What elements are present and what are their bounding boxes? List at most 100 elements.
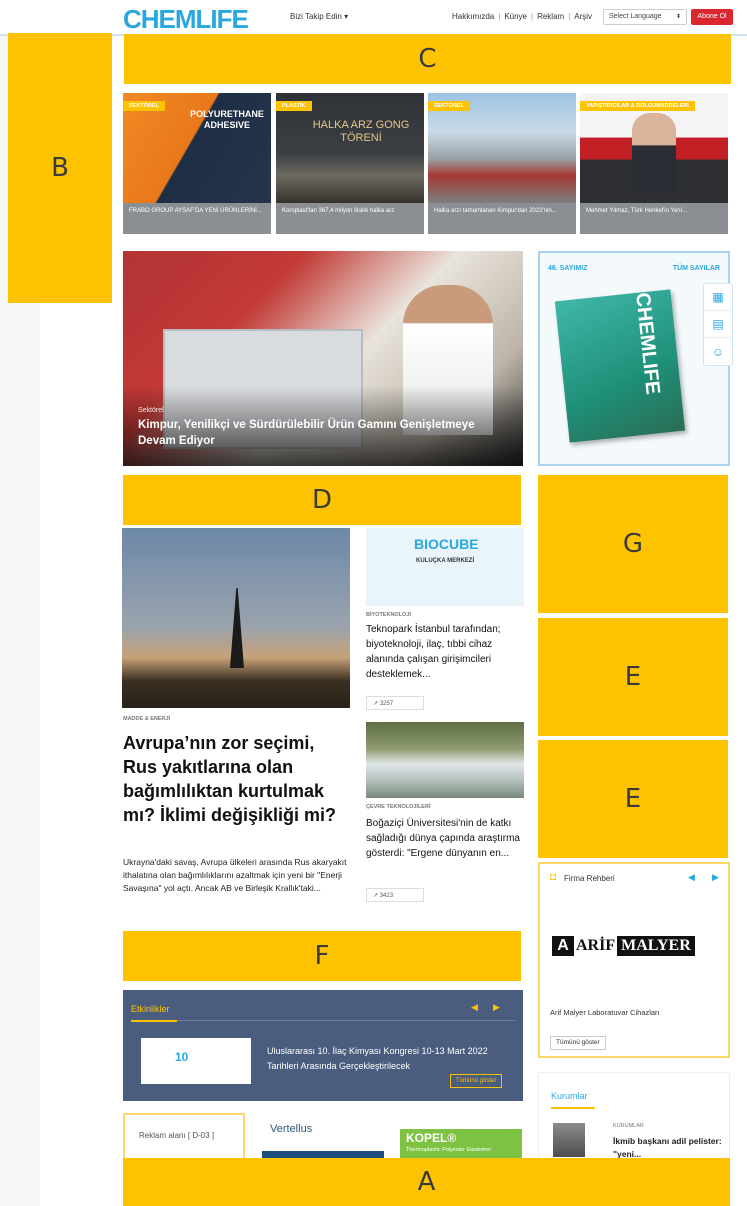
arif-malyer-logo[interactable]: A ARİF MALYER (552, 936, 702, 956)
nav-archive[interactable]: Arşiv (574, 12, 592, 21)
environment-category: ÇEVRE TEKNOLOJİLERİ (366, 804, 431, 810)
main-article-category: MADDE & ENERJİ (123, 716, 171, 722)
firm-guide-title: Firma Rehberi (564, 874, 615, 883)
biocube-article-image[interactable]: BIOCUBE KULUÇKA MERKEZİ (366, 528, 524, 606)
overlay-block-g: G (538, 475, 728, 613)
biotech-article-title[interactable]: Teknopark İstanbul tarafından; biyotekno… (366, 622, 526, 682)
card-banner-text: POLYURETHANE ADHESIVE (190, 109, 264, 130)
logo-letter: A (552, 936, 574, 956)
nav-advertising[interactable]: Reklam (537, 12, 564, 21)
share-icon: ↗ (373, 701, 379, 707)
top-card[interactable]: POLYURETHANE ADHESIVE SEKTÖREL FRABO GRO… (123, 93, 271, 234)
overlay-block-a: A (123, 1158, 730, 1206)
user-icon[interactable]: ☺ (704, 338, 732, 365)
language-select[interactable]: Select Language ⬍ (603, 9, 687, 25)
nav-separator: | (568, 12, 571, 21)
events-underline (131, 1020, 177, 1022)
firm-guide: ◘ Firma Rehberi ◀ ▶ A ARİF MALYER Arif M… (538, 862, 730, 1058)
biotech-category: BİYOTEKNOLOJİ (366, 612, 411, 618)
top-card[interactable]: SEKTÖREL Halka arzı tamamlanan Kimpur'da… (428, 93, 576, 234)
institutions-title: Kurumlar (551, 1091, 588, 1101)
show-all-button[interactable]: Tümünü göster (550, 1036, 606, 1050)
cover-title: CHEMLIFE (631, 291, 664, 396)
magazine-box: 46. SAYIMIZ TÜM SAYILAR CHEMLIFE ▦ ▤ ☺ (538, 251, 733, 466)
next-arrow-icon[interactable]: ▶ (493, 1002, 500, 1013)
pdf-icon[interactable]: ▤ (704, 311, 732, 338)
top-nav: Hakkımızda | Künye | Reklam | Arşiv (452, 12, 592, 21)
top-card[interactable]: YAPIŞTIRICILAR & DOLGUMADDELERİ Mehmet Y… (580, 93, 728, 234)
firm-name[interactable]: Arif Malyer Laboratuvar Cihazları (550, 1008, 660, 1017)
nav-separator: | (498, 12, 501, 21)
logo-word-malyer: MALYER (617, 936, 695, 956)
nav-separator: | (531, 12, 534, 21)
biocube-logo-text: BIOCUBE (414, 536, 479, 552)
events-divider (177, 1020, 515, 1021)
next-arrow-icon[interactable]: ▶ (712, 872, 719, 883)
kopel-subtitle: Thermoplastic Polyester Elastomer (406, 1147, 492, 1153)
site-logo[interactable]: CHEMLIFE (123, 4, 249, 35)
event-title[interactable]: Uluslararası 10. İlaç Kimyası Kongresi 1… (267, 1044, 507, 1074)
overlay-block-e-first: E (538, 618, 728, 736)
card-caption: Mehmet Yılmaz, Türk Henkel'in Yeni... (580, 203, 728, 234)
biocube-sub-text: KULUÇKA MERKEZİ (416, 558, 475, 564)
views-counter: ↗ 3257 (366, 696, 424, 710)
hero-category: Sektörel (138, 407, 164, 414)
magazine-tools: ▦ ▤ ☺ (703, 283, 733, 366)
share-icon: ↗ (373, 893, 379, 899)
caret-down-icon: ▾ (344, 12, 349, 21)
language-select-label: Select Language (609, 13, 662, 20)
ad-slot-label: Reklam alanı [ D-03 ] (139, 1131, 215, 1140)
hero-article[interactable]: Sektörel Kimpur, Yenilikçi ve Sürdürüleb… (123, 251, 523, 466)
institutions-panel: Kurumlar KURUMLAR İkmib başkanı adil pel… (538, 1072, 730, 1168)
follow-us-label: Bizi Takip Edin (290, 12, 342, 21)
bookmark-icon: ◘ (550, 872, 557, 883)
overlay-block-d: D (123, 475, 521, 525)
views-count: 3423 (379, 893, 394, 899)
main-article-excerpt: Ukrayna'daki savaş, Avrupa ülkeleri aras… (123, 857, 347, 893)
events-title: Etkinlikler (131, 1004, 170, 1014)
select-arrows-icon: ⬍ (675, 14, 681, 20)
vertellus-logo: Vertellus (270, 1123, 313, 1135)
overlay-block-f: F (123, 931, 521, 981)
environment-article-title[interactable]: Boğaziçi Üniversitesi'nin de katkı sağla… (366, 816, 526, 861)
nav-about[interactable]: Hakkımızda (452, 12, 494, 21)
overlay-block-b: B (8, 33, 112, 303)
card-banner-text: HALKA ARZ GONG TÖRENİ (312, 119, 410, 144)
site-header: CHEMLIFE Bizi Takip Edin ▾ Hakkımızda | K… (0, 0, 747, 36)
card-category-tag: PLASTİK (276, 101, 312, 111)
events-show-all-button[interactable]: Tümünü göster (450, 1074, 503, 1088)
person-figure (632, 113, 676, 193)
event-thumbnail[interactable]: 10 (141, 1038, 251, 1084)
subscribe-button[interactable]: Abone Ol (691, 9, 733, 25)
prev-arrow-icon[interactable]: ◀ (471, 1002, 478, 1013)
events-panel: Etkinlikler ◀ ▶ 10 Uluslararası 10. İlaç… (123, 990, 523, 1101)
main-article-title[interactable]: Avrupa’nın zor seçimi, Rus yakıtlarına o… (123, 731, 353, 827)
overlay-block-e-second: E (538, 740, 728, 858)
hero-title[interactable]: Kimpur, Yenilikçi ve Sürdürülebilir Ürün… (138, 417, 498, 449)
all-issues-link[interactable]: TÜM SAYILAR (673, 265, 720, 272)
logo-word-arif: ARİF (576, 937, 616, 954)
river-article-image[interactable] (366, 722, 524, 798)
prev-arrow-icon[interactable]: ◀ (688, 872, 695, 883)
issue-label[interactable]: 46. SAYIMIZ (548, 265, 587, 272)
card-caption: Koroplast'tan 367,4 milyon liralık halka… (276, 203, 424, 234)
event-thumb-text: 10 (175, 1050, 189, 1064)
kopel-logo: KOPEL® (406, 1131, 457, 1145)
institutions-underline (551, 1107, 595, 1109)
top-card[interactable]: HALKA ARZ GONG TÖRENİ PLASTİK Koroplast'… (276, 93, 424, 234)
views-count: 3257 (379, 701, 394, 707)
card-category-tag: YAPIŞTIRICILAR & DOLGUMADDELERİ (580, 101, 695, 111)
oil-rig-shape (230, 588, 244, 668)
card-category-tag: SEKTÖREL (428, 101, 470, 111)
magazine-cover[interactable]: CHEMLIFE (554, 289, 686, 443)
follow-us-dropdown[interactable]: Bizi Takip Edin ▾ (290, 12, 348, 21)
card-caption: FRABO GROUP AYSAF'DA YENİ ÜRÜNLERİNİ... (123, 203, 271, 234)
main-article-image[interactable] (122, 528, 350, 708)
institution-avatar[interactable] (553, 1123, 585, 1157)
card-category-tag: SEKTÖREL (123, 101, 165, 111)
nav-imprint[interactable]: Künye (504, 12, 527, 21)
institution-category: KURUMLAR (613, 1123, 644, 1129)
grid-icon[interactable]: ▦ (704, 284, 732, 311)
card-caption: Halka arzı tamamlanan Kimpur'dan 2022'ni… (428, 203, 576, 234)
overlay-block-c: C (124, 34, 731, 84)
